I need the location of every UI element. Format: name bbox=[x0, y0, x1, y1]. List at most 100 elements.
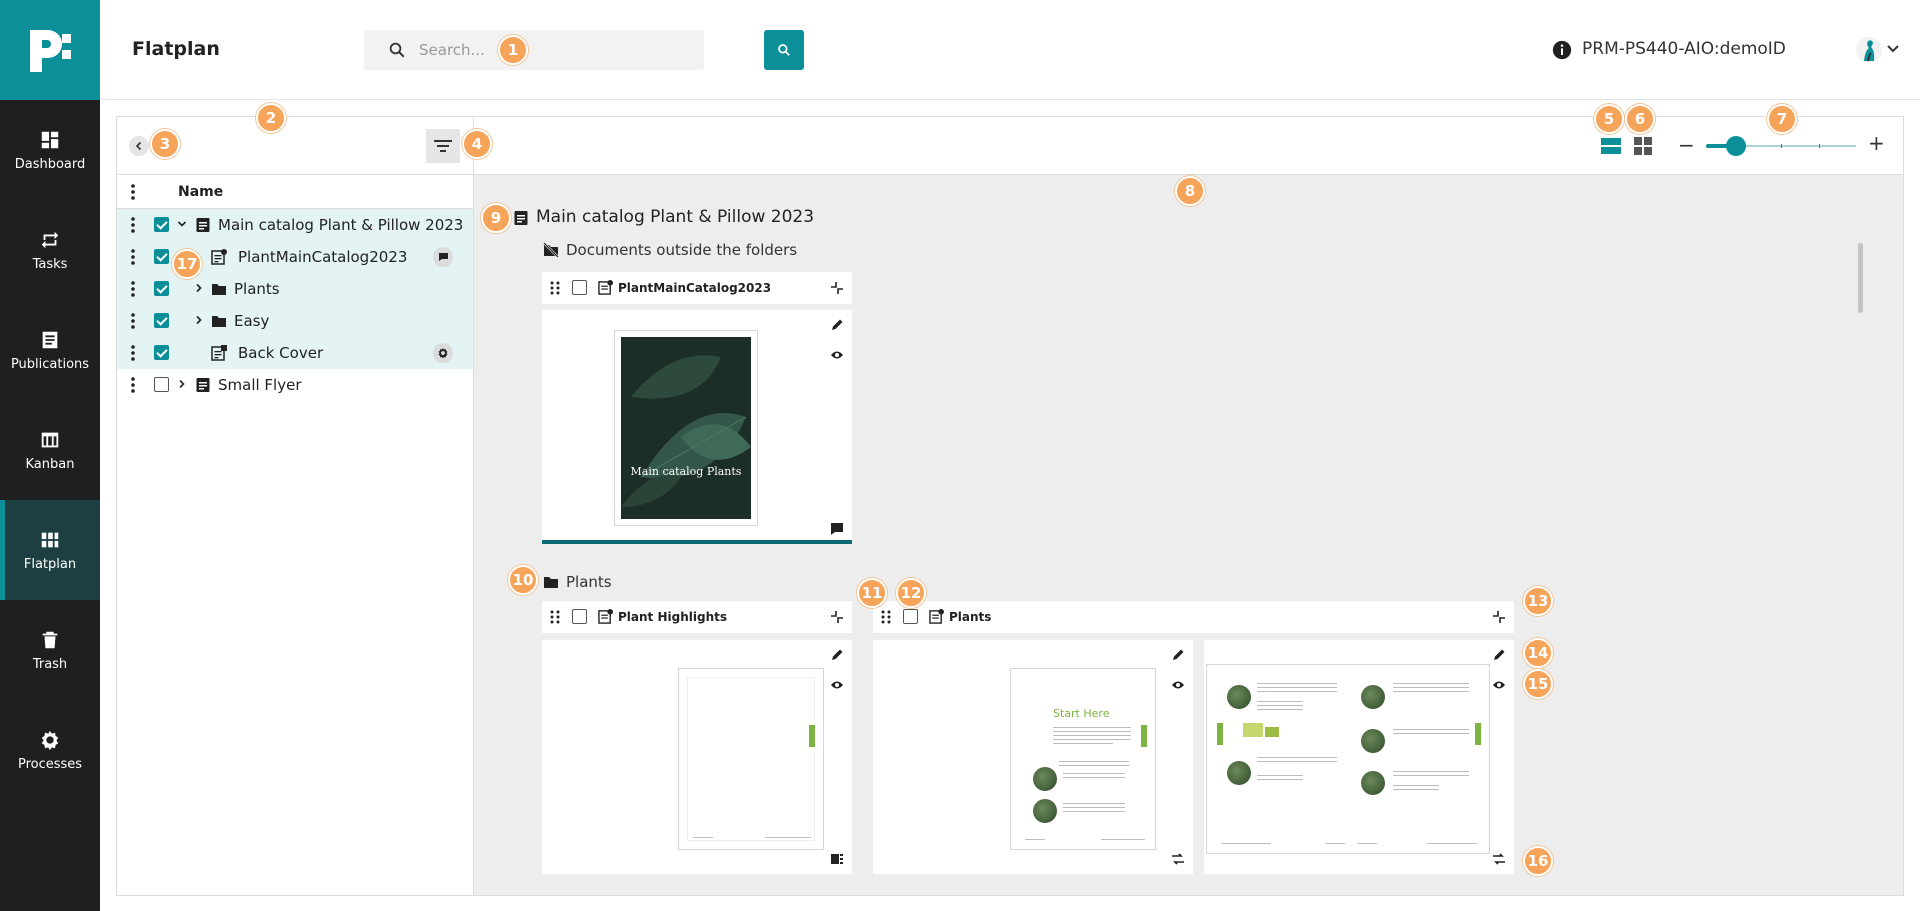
row-checkbox[interactable] bbox=[154, 281, 169, 296]
tree-row-document[interactable]: PlantMainCatalog2023 bbox=[117, 241, 473, 273]
row-checkbox[interactable] bbox=[154, 217, 169, 232]
view-list-icon[interactable] bbox=[1600, 135, 1622, 157]
environment-label: PRM-PS440-AIO:demoID bbox=[1582, 39, 1786, 59]
flatplan-toolbar: − + bbox=[474, 117, 1903, 175]
document-card[interactable]: Main catalog Plants bbox=[542, 310, 852, 544]
kebab-menu-icon[interactable] bbox=[131, 249, 135, 265]
chevron-right-icon[interactable] bbox=[194, 315, 204, 325]
collapse-icon[interactable] bbox=[830, 610, 844, 624]
document-icon bbox=[598, 609, 613, 624]
folder-icon bbox=[212, 316, 226, 327]
search-button[interactable] bbox=[764, 30, 804, 70]
page-card[interactable]: Start Here bbox=[873, 640, 1193, 874]
page-thumbnail[interactable]: Start Here bbox=[1010, 668, 1156, 850]
sidebar-item-trash[interactable]: Trash bbox=[0, 600, 100, 700]
row-checkbox[interactable] bbox=[154, 313, 169, 328]
page-card[interactable] bbox=[1204, 640, 1514, 874]
tree-row-small-flyer[interactable]: Small Flyer bbox=[117, 369, 473, 401]
view-grid-icon[interactable] bbox=[1632, 135, 1654, 157]
document-icon bbox=[211, 345, 227, 361]
spread-thumbnail[interactable] bbox=[1206, 664, 1490, 854]
chevron-right-icon[interactable] bbox=[194, 283, 204, 293]
page-card[interactable] bbox=[542, 640, 852, 874]
gear-icon[interactable] bbox=[433, 343, 453, 363]
document-card-header[interactable]: Plants bbox=[873, 601, 1514, 633]
cover-text: Main catalog Plants bbox=[630, 465, 742, 478]
filter-button[interactable] bbox=[426, 129, 460, 163]
card-checkbox[interactable] bbox=[903, 609, 918, 624]
outside-folders-label: Documents outside the folders bbox=[566, 241, 798, 259]
flatplan-icon bbox=[41, 532, 59, 547]
swap-icon[interactable] bbox=[1492, 852, 1506, 866]
zoom-slider-thumb[interactable] bbox=[1726, 136, 1746, 156]
chevron-down-icon[interactable] bbox=[1886, 44, 1900, 54]
callout-badge: 9 bbox=[481, 203, 511, 233]
sidebar-item-kanban[interactable]: Kanban bbox=[0, 400, 100, 500]
row-checkbox[interactable] bbox=[154, 249, 169, 264]
sidebar-item-tasks[interactable]: Tasks bbox=[0, 200, 100, 300]
edit-icon[interactable] bbox=[1171, 648, 1185, 662]
edit-icon[interactable] bbox=[1492, 648, 1506, 662]
edit-icon[interactable] bbox=[830, 318, 844, 332]
eye-icon[interactable] bbox=[1171, 678, 1185, 692]
chevron-down-icon[interactable] bbox=[177, 219, 187, 229]
drag-handle-icon[interactable] bbox=[550, 281, 560, 295]
row-checkbox[interactable] bbox=[154, 377, 169, 392]
drag-handle-icon[interactable] bbox=[550, 610, 560, 624]
kebab-menu-icon[interactable] bbox=[131, 313, 135, 329]
tasks-icon bbox=[41, 231, 59, 248]
drag-handle-icon[interactable] bbox=[881, 610, 891, 624]
column-header-name[interactable]: Name bbox=[178, 184, 223, 200]
logo-icon bbox=[30, 30, 71, 72]
collapse-panel-button[interactable] bbox=[129, 136, 149, 156]
tree-row-folder-plants[interactable]: Plants bbox=[117, 273, 473, 305]
row-checkbox[interactable] bbox=[154, 345, 169, 360]
sidebar-item-label: Kanban bbox=[25, 456, 75, 472]
kebab-menu-icon[interactable] bbox=[131, 281, 135, 297]
kebab-menu-icon[interactable] bbox=[131, 217, 135, 233]
tree-row-back-cover[interactable]: Back Cover bbox=[117, 337, 473, 369]
kebab-menu-icon[interactable] bbox=[131, 377, 135, 393]
kebab-menu-icon[interactable] bbox=[131, 345, 135, 361]
zoom-in-button[interactable]: + bbox=[1868, 131, 1885, 155]
search-icon bbox=[389, 42, 405, 58]
comment-icon[interactable] bbox=[433, 247, 453, 267]
edit-icon[interactable] bbox=[830, 648, 844, 662]
tree-row-publication[interactable]: Main catalog Plant & Pillow 2023 bbox=[117, 209, 473, 241]
document-card-header[interactable]: Plant Highlights bbox=[542, 601, 852, 633]
info-icon[interactable] bbox=[1552, 40, 1572, 60]
swap-icon[interactable] bbox=[1171, 852, 1185, 866]
publication-icon bbox=[196, 378, 210, 392]
eye-icon[interactable] bbox=[830, 678, 844, 692]
cover-page-thumbnail[interactable]: Main catalog Plants bbox=[614, 330, 758, 526]
sidebar-item-flatplan[interactable]: Flatplan bbox=[0, 500, 100, 600]
zoom-out-button[interactable]: − bbox=[1678, 133, 1695, 157]
callout-badge: 10 bbox=[508, 565, 538, 595]
tree-row-folder-easy[interactable]: Easy bbox=[117, 305, 473, 337]
layout-icon[interactable] bbox=[830, 852, 844, 866]
search-input[interactable] bbox=[419, 30, 689, 70]
publications-icon bbox=[42, 331, 58, 348]
card-title: PlantMainCatalog2023 bbox=[618, 281, 772, 295]
sidebar-item-dashboard[interactable]: Dashboard bbox=[0, 100, 100, 200]
app-logo[interactable] bbox=[0, 0, 100, 100]
comment-icon[interactable] bbox=[830, 522, 844, 536]
avatar[interactable] bbox=[1855, 36, 1883, 64]
tree-row-label: Main catalog Plant & Pillow 2023 bbox=[218, 216, 464, 234]
kebab-menu-icon[interactable] bbox=[131, 184, 135, 200]
collapse-icon[interactable] bbox=[830, 281, 844, 295]
collapse-icon[interactable] bbox=[1492, 610, 1506, 624]
eye-icon[interactable] bbox=[1492, 678, 1506, 692]
sidebar-item-label: Dashboard bbox=[14, 156, 86, 172]
sidebar-item-publications[interactable]: Publications bbox=[0, 300, 100, 400]
card-checkbox[interactable] bbox=[572, 280, 587, 295]
folder-icon bbox=[212, 284, 226, 295]
page-thumbnail[interactable] bbox=[678, 668, 824, 850]
eye-icon[interactable] bbox=[830, 348, 844, 362]
document-card-header[interactable]: PlantMainCatalog2023 bbox=[542, 272, 852, 304]
card-checkbox[interactable] bbox=[572, 609, 587, 624]
vertical-scrollbar[interactable] bbox=[1858, 243, 1863, 313]
chevron-right-icon[interactable] bbox=[177, 379, 187, 389]
callout-badge: 15 bbox=[1523, 669, 1553, 699]
sidebar-item-processes[interactable]: Processes bbox=[0, 700, 100, 800]
